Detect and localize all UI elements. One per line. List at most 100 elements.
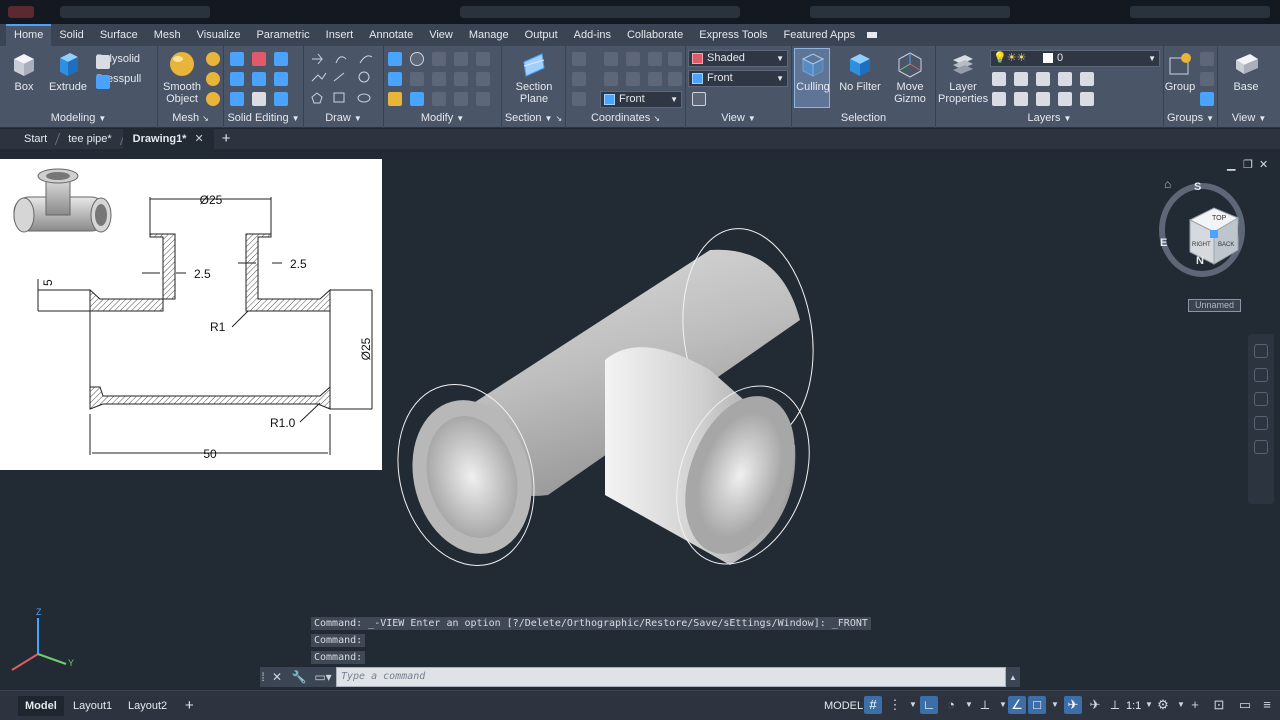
layout-tab-model[interactable]: Model: [18, 696, 64, 716]
model-space-button[interactable]: MODEL: [824, 698, 863, 714]
tab-featured-apps[interactable]: Featured Apps: [776, 24, 864, 46]
groups-panel-title[interactable]: Groups ▼: [1164, 110, 1217, 126]
auto-scale-icon[interactable]: ✈: [1086, 696, 1104, 714]
steering-wheel-icon[interactable]: [1254, 344, 1268, 358]
chamfer-icon[interactable]: [476, 72, 490, 86]
mesh-refine-icon[interactable]: [206, 72, 220, 86]
polysolid-button[interactable]: Polysolid: [96, 50, 140, 69]
tab-express-tools[interactable]: Express Tools: [691, 24, 775, 46]
view-panel-title[interactable]: View ▼: [686, 110, 791, 126]
fillet-icon[interactable]: [476, 52, 490, 66]
layers-panel-title[interactable]: Layers ▼: [936, 110, 1163, 126]
shell-icon[interactable]: [252, 92, 266, 106]
object-snap-tracking-icon[interactable]: ∠: [1008, 696, 1026, 714]
slice-icon[interactable]: [230, 72, 244, 86]
mesh-crease-icon[interactable]: [206, 92, 220, 106]
mesh-sphere-icon[interactable]: [206, 52, 220, 66]
move-icon[interactable]: [388, 52, 402, 66]
modeling-panel-title[interactable]: Modeling ▼: [0, 110, 157, 126]
workspace-gear-icon[interactable]: ⚙: [1154, 696, 1172, 714]
app-logo[interactable]: [8, 6, 34, 18]
layer-unlock-icon[interactable]: [1058, 92, 1072, 106]
stretch-icon[interactable]: [454, 72, 468, 86]
separate-icon[interactable]: [274, 92, 288, 106]
tab-insert[interactable]: Insert: [318, 24, 362, 46]
layer-unisolate-icon[interactable]: [1080, 72, 1094, 86]
explode-icon[interactable]: [454, 92, 468, 106]
match-layer-icon[interactable]: [1014, 72, 1028, 86]
home-view-icon[interactable]: ⌂: [1164, 177, 1171, 191]
section-plane-button[interactable]: Section Plane: [508, 50, 560, 105]
zoom-icon[interactable]: [1254, 392, 1268, 406]
trim-icon[interactable]: [454, 52, 468, 66]
copy-icon[interactable]: [388, 72, 402, 86]
move-arrows-icon[interactable]: [432, 52, 446, 66]
visual-style-combo[interactable]: Shaded ▼: [688, 50, 788, 67]
intersect-icon[interactable]: [274, 52, 288, 66]
ucs-icon[interactable]: [572, 52, 586, 66]
annotation-scale-value[interactable]: 1:1: [1126, 698, 1141, 714]
ucs-y-icon[interactable]: [626, 72, 640, 86]
draw-panel-title[interactable]: Draw ▼: [304, 110, 383, 126]
viewcube[interactable]: TOP RIGHT BACK S E N ⌂: [1150, 170, 1250, 280]
union-icon[interactable]: [230, 52, 244, 66]
command-history-toggle[interactable]: ▲: [1006, 673, 1020, 682]
isodraft-icon[interactable]: ⟂: [976, 696, 994, 714]
customize-icon[interactable]: 🔧: [288, 670, 310, 684]
scale-icon[interactable]: [410, 92, 424, 106]
presspull-button[interactable]: Presspull: [96, 70, 141, 89]
viewcube-top-face[interactable]: TOP: [1212, 215, 1227, 222]
layer-off-icon[interactable]: [992, 92, 1006, 106]
compass-east-label[interactable]: E: [1160, 237, 1167, 249]
navigation-bar[interactable]: [1248, 334, 1274, 504]
section-panel-title[interactable]: Section ▼ ↘: [502, 110, 565, 126]
draw-tools-icon[interactable]: [310, 51, 380, 111]
layer-walk-icon[interactable]: [1080, 92, 1094, 106]
solid-editing-panel-title[interactable]: Solid Editing ▼: [224, 110, 303, 126]
ucs-view-icon[interactable]: [668, 52, 682, 66]
mesh-panel-title[interactable]: Mesh ↘: [158, 110, 223, 126]
orbit-icon[interactable]: [1254, 416, 1268, 430]
layer-properties-button[interactable]: Layer Properties: [938, 50, 988, 105]
box-button[interactable]: Box: [6, 50, 42, 93]
quick-access-toolbar[interactable]: [60, 6, 210, 18]
layout-tab-layout2[interactable]: Layout2: [121, 696, 174, 716]
move-gizmo-button[interactable]: Move Gizmo: [890, 50, 930, 105]
mirror-icon[interactable]: [410, 72, 424, 86]
erase-icon[interactable]: [388, 92, 402, 106]
viewport-config-icon[interactable]: [692, 92, 706, 106]
view-combo[interactable]: Front ▼: [688, 70, 788, 87]
annotation-visibility-icon[interactable]: ✈: [1064, 696, 1082, 714]
layer-isolate-icon[interactable]: [1058, 72, 1072, 86]
tab-surface[interactable]: Surface: [92, 24, 146, 46]
viewcube-right-face[interactable]: RIGHT: [1192, 242, 1211, 248]
file-tab-start[interactable]: Start: [14, 129, 57, 149]
polar-icon[interactable]: ◔: [942, 696, 960, 714]
modify-panel-title[interactable]: Modify ▼: [384, 110, 501, 126]
group-button[interactable]: Group: [1164, 50, 1196, 93]
ucs-origin-icon[interactable]: [604, 52, 618, 66]
offset-icon[interactable]: [432, 92, 446, 106]
no-filter-button[interactable]: No Filter: [836, 50, 884, 93]
rotate-icon[interactable]: [410, 52, 424, 66]
showmotion-icon[interactable]: [1254, 440, 1268, 454]
ucs-3point-icon[interactable]: [626, 52, 640, 66]
tab-visualize[interactable]: Visualize: [189, 24, 249, 46]
rotate-3d-icon[interactable]: [432, 72, 446, 86]
viewcube-back-face[interactable]: BACK: [1218, 242, 1234, 248]
ucs-object-icon[interactable]: [668, 72, 682, 86]
tab-mesh[interactable]: Mesh: [146, 24, 189, 46]
window-controls[interactable]: [1130, 6, 1270, 18]
viewport-close-icon[interactable]: ✕: [1259, 158, 1268, 171]
pan-icon[interactable]: [1254, 368, 1268, 382]
extrude-button[interactable]: Extrude: [48, 50, 88, 93]
ucs-z-icon[interactable]: [648, 52, 662, 66]
command-input[interactable]: Type a command: [336, 667, 1006, 687]
add-layout-button[interactable]: +: [178, 696, 201, 716]
close-command-line-icon[interactable]: ✕: [266, 670, 288, 684]
layer-combo[interactable]: 💡☀☀ 0 ▼: [990, 50, 1160, 67]
grid-icon[interactable]: #: [864, 696, 882, 714]
array-icon[interactable]: [476, 92, 490, 106]
extract-edges-icon[interactable]: [274, 72, 288, 86]
coordinates-panel-title[interactable]: Coordinates ↘: [566, 110, 685, 126]
